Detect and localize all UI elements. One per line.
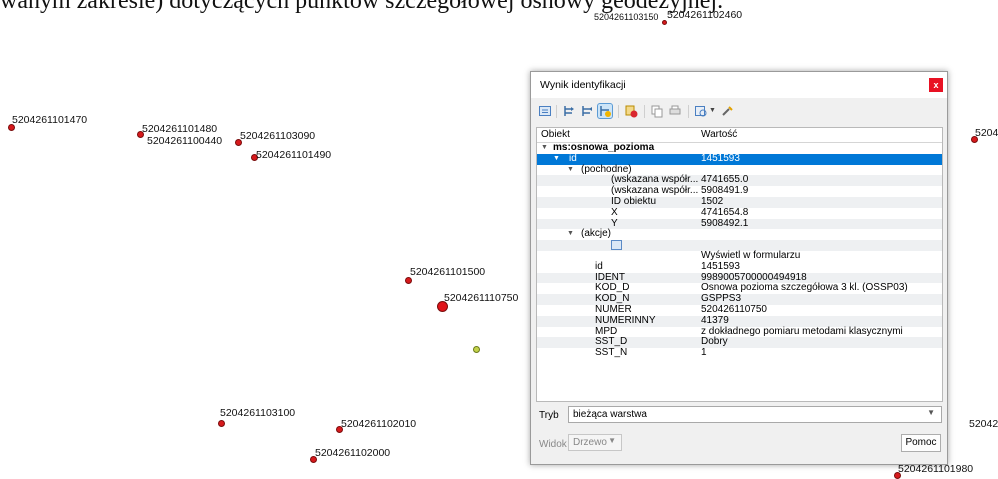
map-point[interactable]	[405, 277, 412, 284]
feature-key: id	[569, 152, 577, 164]
tree-feature-row[interactable]: ▼ id 1451593	[537, 152, 942, 165]
map-point-label: 5204	[975, 127, 998, 139]
column-header-value[interactable]: Wartość	[701, 129, 737, 140]
expand-new-results-icon[interactable]	[597, 103, 613, 119]
attribute-value: 41379	[701, 314, 729, 326]
tree-attribute-row[interactable]: id 1451593	[537, 260, 942, 273]
group-label: (akcje)	[581, 228, 612, 240]
map-point-label: 5204261103150	[594, 12, 659, 22]
attribute-key: Y	[611, 217, 618, 229]
tree-attribute-row[interactable]: (wskazana współr... 5908491.9	[537, 185, 942, 197]
identify-settings-icon[interactable]	[720, 104, 734, 118]
dialog-title: Wynik identyfikacji	[540, 79, 626, 91]
tree-attribute-row[interactable]: SST_N 1	[537, 347, 942, 359]
attribute-key: X	[611, 206, 618, 218]
map-point[interactable]	[662, 20, 667, 25]
mode-select[interactable]: bieżąca warstwa ▼	[568, 406, 942, 423]
map-point-label: 5204261102000	[315, 447, 391, 459]
map-point-highlight[interactable]	[473, 346, 480, 353]
form-view-icon[interactable]	[611, 240, 622, 251]
attribute-key: NUMERINNY	[595, 314, 656, 326]
attribute-key: SST_N	[595, 347, 628, 359]
dialog-titlebar[interactable]: Wynik identyfikacji x	[531, 72, 947, 98]
identify-results-dialog: Wynik identyfikacji x ▼ Obiekt Wartość ▼…	[530, 71, 948, 465]
mode-select-value: bieżąca warstwa	[573, 409, 647, 420]
chevron-down-icon[interactable]: ▼	[541, 143, 548, 154]
map-point-label: 5204261101470	[12, 114, 88, 126]
copy-feature-icon[interactable]	[650, 104, 664, 118]
map-point-label: 5204261101480	[142, 123, 218, 135]
tree-group-row[interactable]: ▼ (akcje)	[537, 229, 942, 240]
toolbar-separator	[618, 105, 619, 118]
form-view-icon[interactable]	[538, 104, 552, 118]
map-point-label: 5204261110750	[444, 292, 519, 304]
print-icon[interactable]	[668, 104, 682, 118]
view-select[interactable]: Drzewo ▼	[568, 434, 622, 451]
chevron-down-icon: ▼	[927, 408, 935, 417]
expand-tree-icon[interactable]	[562, 104, 576, 118]
tree-attribute-row[interactable]: X 4741654.8	[537, 206, 942, 219]
toolbar: ▼	[536, 102, 942, 124]
chevron-down-icon[interactable]: ▼	[567, 165, 574, 176]
clear-results-icon[interactable]	[624, 104, 638, 118]
chevron-down-icon: ▼	[608, 436, 616, 445]
map-point-label: 5204261103100	[220, 407, 296, 419]
view-label: Widok	[539, 439, 567, 450]
collapse-tree-icon[interactable]	[580, 104, 594, 118]
map-point-label: 52042	[969, 418, 998, 430]
close-button[interactable]: x	[929, 78, 943, 92]
attribute-key: id	[595, 260, 603, 272]
toolbar-separator	[644, 105, 645, 118]
map-point[interactable]	[218, 420, 225, 427]
mode-label: Tryb	[539, 410, 559, 421]
attribute-value: z dokładnego pomiaru metodami klasycznym…	[701, 325, 903, 337]
chevron-down-icon[interactable]: ▼	[553, 154, 560, 165]
tree-header: Obiekt Wartość	[537, 128, 942, 143]
feature-value: 1451593	[701, 152, 740, 164]
attribute-value: 4741654.8	[701, 206, 749, 218]
column-header-feature[interactable]: Obiekt	[541, 129, 570, 140]
attribute-value: 1	[701, 347, 707, 359]
tree-attribute-row[interactable]: NUMERINNY 41379	[537, 314, 942, 327]
map-point-label: 5204261100440	[147, 135, 223, 147]
chevron-down-icon[interactable]: ▼	[567, 229, 574, 240]
toolbar-separator	[688, 105, 689, 118]
attribute-value: 5908492.1	[701, 217, 749, 229]
identify-mode-icon[interactable]	[694, 104, 708, 118]
toolbar-separator	[556, 105, 557, 118]
help-button[interactable]: Pomoc	[901, 434, 941, 452]
map-point-label: 5204261101500	[410, 266, 486, 278]
view-select-value: Drzewo	[573, 437, 607, 448]
map-point-label: 5204261102460	[667, 9, 743, 21]
map-point-label: 5204261103090	[240, 130, 316, 142]
map-point-label: 5204261102010	[341, 418, 417, 430]
map-point-label: 5204261101490	[256, 149, 332, 161]
results-tree[interactable]: Obiekt Wartość ▼ ms:osnowa_pozioma ▼ id …	[536, 127, 943, 402]
attribute-value: 1451593	[701, 260, 740, 272]
